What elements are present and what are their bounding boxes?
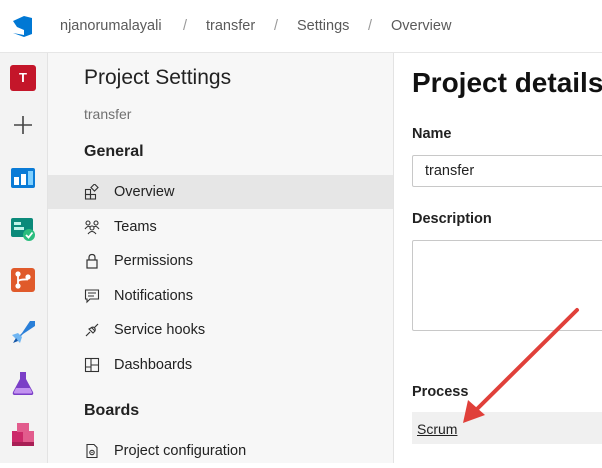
nav-item-permissions[interactable]: Permissions: [48, 244, 393, 278]
breadcrumb-overview[interactable]: Overview: [391, 18, 451, 34]
lock-icon: [86, 253, 98, 269]
project-configuration-icon: [86, 443, 98, 459]
breadcrumb-settings[interactable]: Settings: [297, 18, 349, 34]
nav-item-label: Permissions: [114, 253, 193, 269]
repos-icon[interactable]: [10, 267, 36, 293]
nav-item-label: Project configuration: [114, 443, 247, 459]
project-settings-nav: Project Settings transfer General Overvi…: [48, 53, 394, 463]
description-label: Description: [412, 211, 492, 227]
nav-item-label: Teams: [114, 219, 157, 235]
service-hooks-icon: [85, 323, 99, 337]
process-label: Process: [412, 384, 469, 400]
page-title: Project details: [412, 67, 602, 98]
left-navigation-rail: T: [0, 53, 48, 463]
boards-icon[interactable]: [10, 165, 36, 191]
azure-devops-logo-icon[interactable]: [10, 13, 36, 39]
nav-item-notifications[interactable]: Notifications: [48, 279, 393, 313]
breadcrumb-separator: /: [274, 18, 279, 34]
teams-icon: [84, 220, 100, 235]
breadcrumb-separator: /: [183, 18, 188, 34]
nav-section-boards: Boards: [84, 402, 140, 419]
nav-item-teams[interactable]: Teams: [48, 210, 393, 244]
project-avatar[interactable]: T: [10, 65, 36, 91]
settings-nav-project-name: transfer: [84, 106, 132, 122]
nav-item-service-hooks[interactable]: Service hooks: [48, 313, 393, 347]
dashboards-icon: [84, 357, 100, 373]
breadcrumb-separator: /: [368, 18, 373, 34]
nav-item-label: Notifications: [114, 288, 193, 304]
nav-section-general: General: [84, 143, 144, 160]
notifications-icon: [84, 289, 100, 304]
breadcrumb-organization[interactable]: njanorumalayali: [60, 18, 162, 34]
nav-item-label: Service hooks: [114, 322, 206, 338]
process-link[interactable]: Scrum: [417, 421, 457, 437]
pipelines-icon[interactable]: [10, 319, 36, 345]
settings-nav-title: Project Settings: [84, 66, 232, 89]
nav-item-overview[interactable]: Overview: [48, 175, 393, 209]
project-description-textarea[interactable]: [412, 240, 602, 331]
name-label: Name: [412, 126, 452, 142]
artifacts-icon[interactable]: [10, 421, 36, 447]
artifacts-test-icon[interactable]: [10, 370, 36, 396]
project-name-input[interactable]: [412, 155, 602, 187]
nav-item-dashboards[interactable]: Dashboards: [48, 348, 393, 382]
add-icon[interactable]: [10, 112, 36, 138]
breadcrumb-project[interactable]: transfer: [206, 18, 255, 34]
project-details-panel: Project details Name Description Process…: [395, 53, 602, 463]
nav-item-label: Dashboards: [114, 357, 193, 373]
test-plans-icon[interactable]: [10, 216, 36, 242]
nav-item-label: Overview: [114, 184, 175, 200]
overview-icon: [84, 184, 99, 200]
process-row: Scrum: [412, 412, 602, 444]
top-bar: njanorumalayali / transfer / Settings / …: [0, 0, 602, 53]
